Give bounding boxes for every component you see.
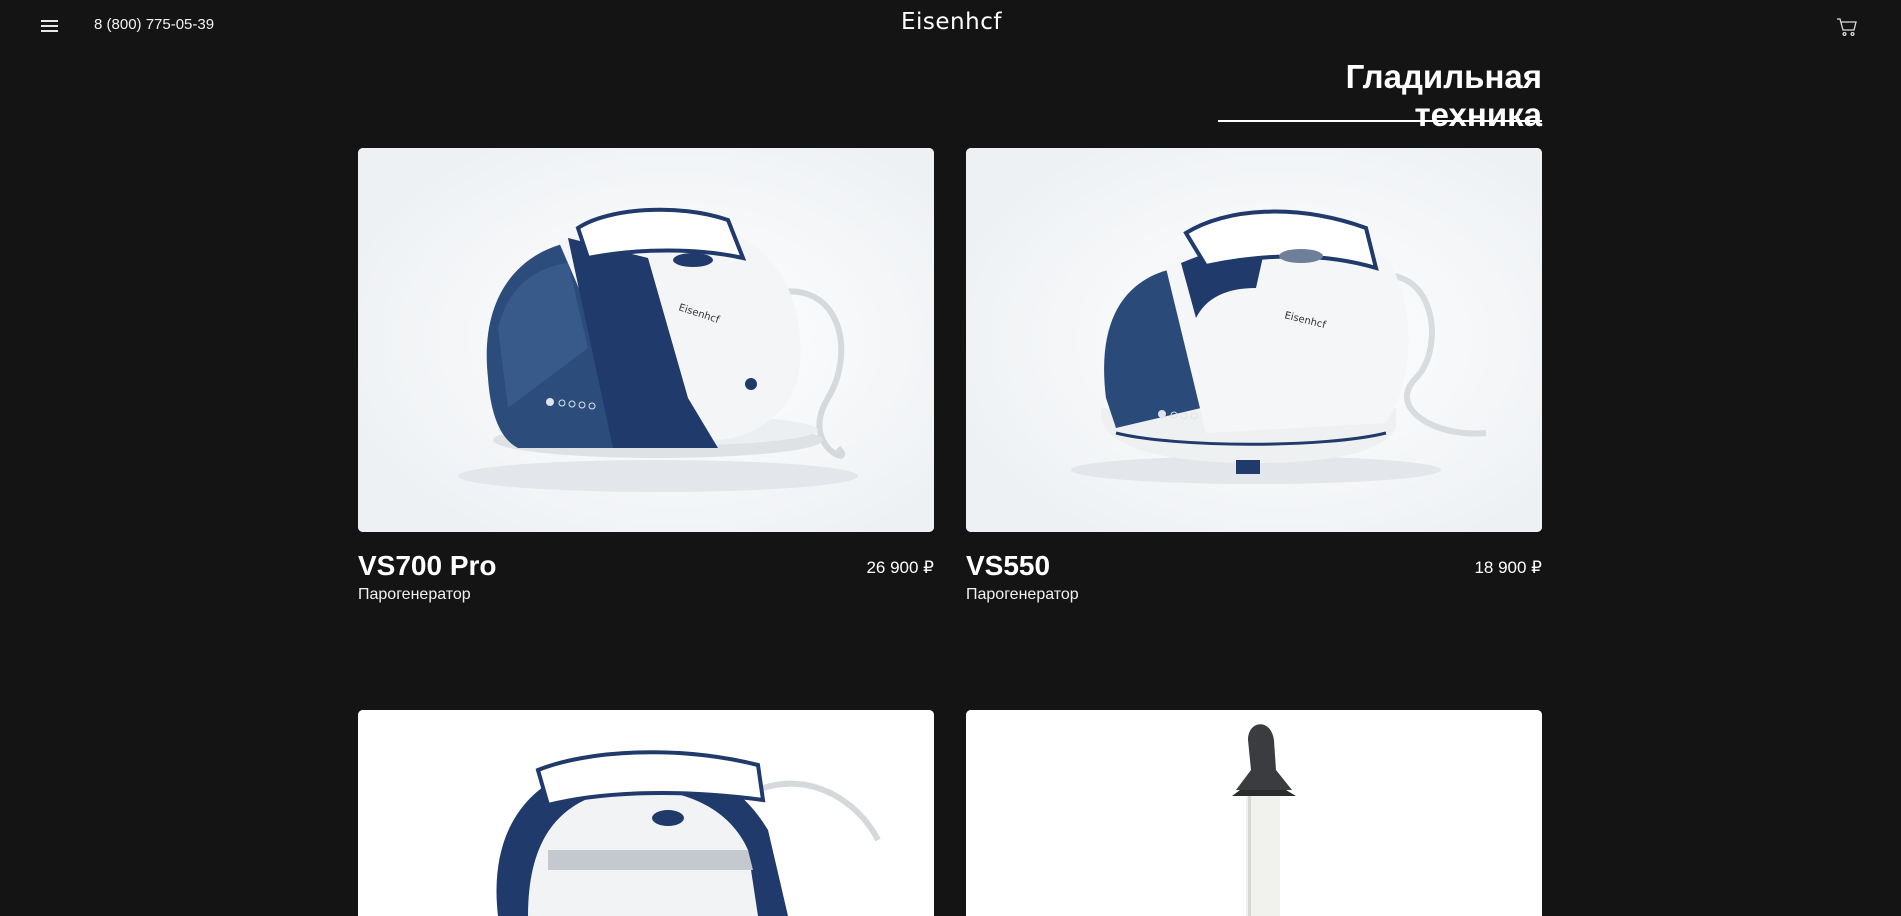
- product-card-vs550[interactable]: Eisenhcf VS550 Парогенератор 18 900 ₽: [966, 148, 1542, 610]
- menu-icon[interactable]: [38, 18, 62, 34]
- cart-icon[interactable]: [1836, 16, 1858, 38]
- product-type: Парогенератор: [358, 586, 471, 603]
- product-image-vs550[interactable]: Eisenhcf: [966, 148, 1542, 532]
- product-name[interactable]: VS700 Pro: [358, 550, 497, 582]
- phone-link[interactable]: 8 (800) 775-05-39: [94, 16, 214, 33]
- page-title: Гладильная техника: [1345, 58, 1542, 133]
- product-card-vs700pro[interactable]: Eisenhcf VS700 Pro Парогенератор 26 900 …: [358, 148, 934, 610]
- product-price: 18 900 ₽: [1474, 558, 1542, 577]
- site-logo[interactable]: Eisenhcf: [901, 9, 1002, 35]
- product-card-3[interactable]: [358, 710, 934, 916]
- product-type: Парогенератор: [966, 586, 1079, 603]
- product-info: VS550 Парогенератор 18 900 ₽: [966, 550, 1542, 610]
- product-image-3[interactable]: [358, 710, 934, 916]
- product-image-vs700pro[interactable]: Eisenhcf: [358, 148, 934, 532]
- title-divider: [1218, 120, 1542, 122]
- site-header: 8 (800) 775-05-39 Eisenhcf: [0, 0, 1901, 52]
- product-image-4[interactable]: [966, 710, 1542, 916]
- product-name[interactable]: VS550: [966, 550, 1050, 582]
- product-info: VS700 Pro Парогенератор 26 900 ₽: [358, 550, 934, 610]
- product-card-4[interactable]: [966, 710, 1542, 916]
- product-price: 26 900 ₽: [866, 558, 934, 577]
